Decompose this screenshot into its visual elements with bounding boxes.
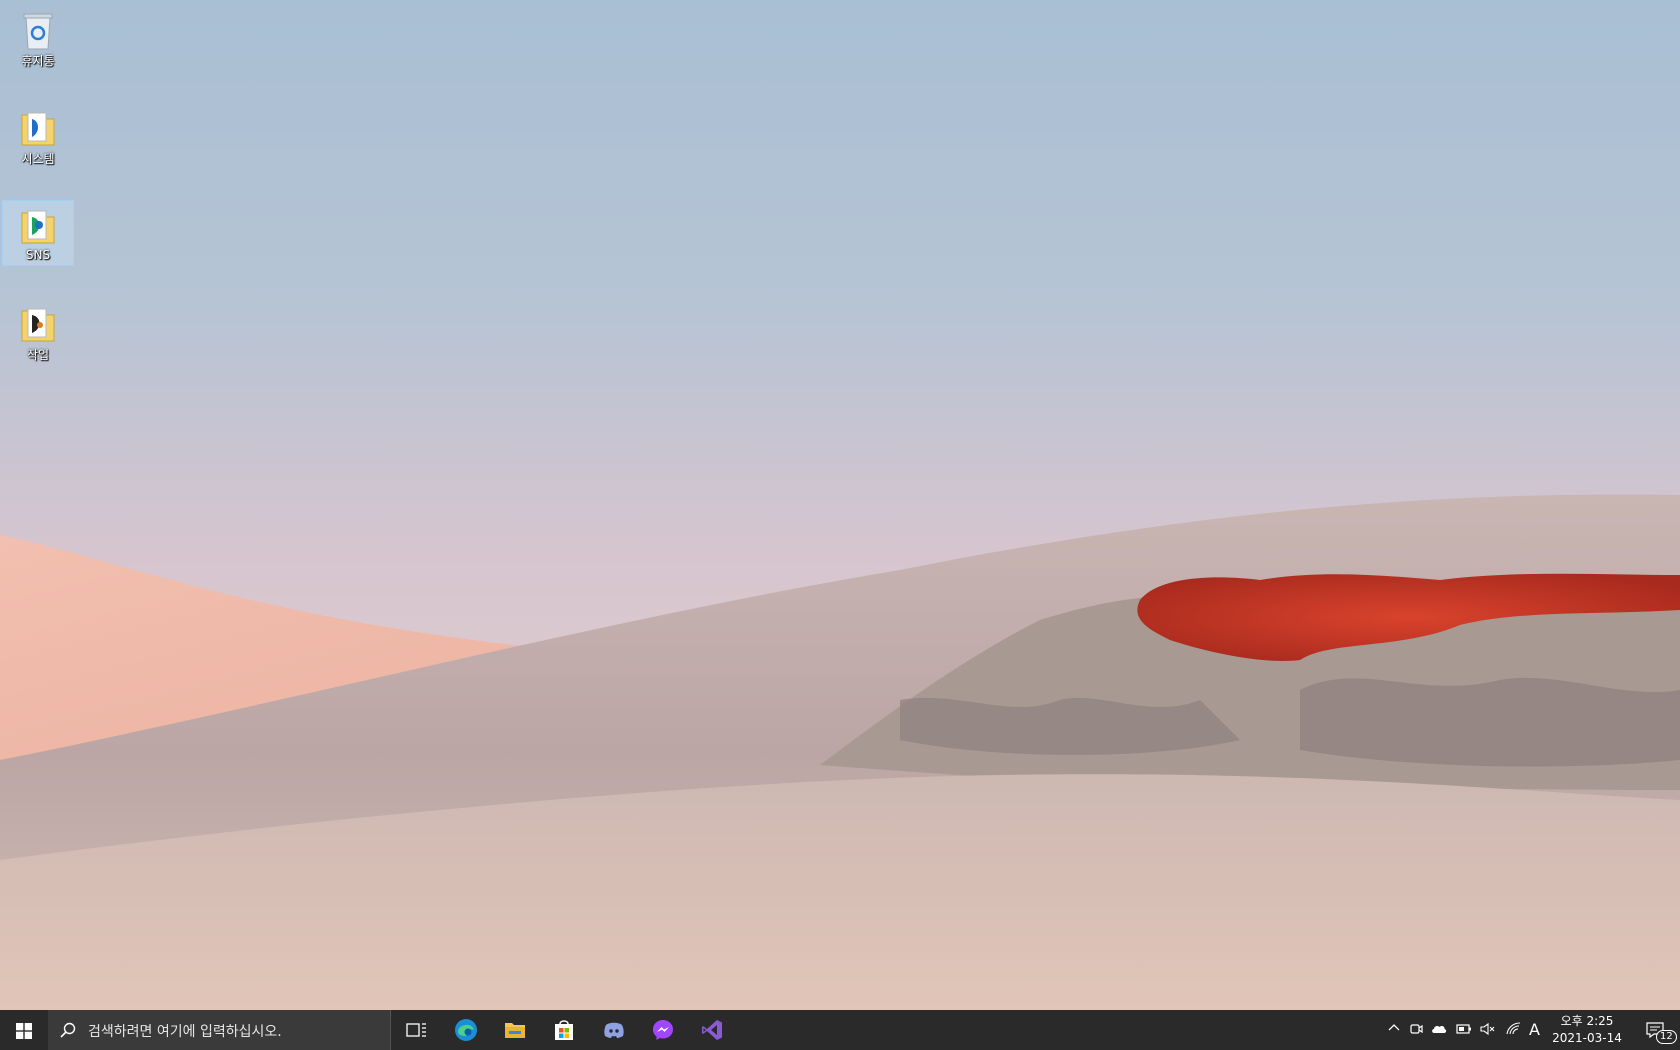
ime-indicator: A (1529, 1020, 1540, 1039)
battery-icon (1456, 1024, 1471, 1034)
folder-icon (21, 210, 55, 244)
tray-show-hidden-icons[interactable] (1383, 1010, 1405, 1050)
task-view-button[interactable] (392, 1010, 440, 1050)
tray-clock[interactable]: 오후 2:25 2021-03-14 (1546, 1010, 1628, 1050)
store-icon (555, 1020, 573, 1040)
desktop-icon-sns-folder[interactable]: SNS (2, 200, 74, 266)
clock-display: 오후 2:25 2021-03-14 (1546, 1013, 1628, 1047)
recycle-bin-icon (23, 13, 53, 50)
desktop-icon-work-folder[interactable]: 작업 (2, 298, 74, 364)
search-placeholder: 검색하려면 여기에 입력하십시오. (88, 1024, 282, 1040)
folder-icon (21, 308, 55, 342)
taskbar: 검색하려면 여기에 입력하십시오. A 오후 2:25 2021-03-14 1… (0, 1010, 1680, 1050)
desktop-icon-label: 작업 (26, 348, 50, 362)
cloud-icon (1432, 1025, 1447, 1033)
task-view-icon (406, 1023, 426, 1037)
tray-onedrive[interactable] (1428, 1010, 1450, 1050)
tray-meet-now[interactable] (1406, 1010, 1426, 1050)
taskbar-app-store[interactable] (540, 1010, 588, 1050)
desktop-icon-recycle-bin[interactable]: 휴지통 (2, 4, 74, 70)
start-button[interactable] (0, 1010, 48, 1050)
tray-input-method[interactable]: A (1526, 1010, 1546, 1050)
chevron-up-icon (1388, 1024, 1400, 1031)
tray-volume[interactable] (1477, 1010, 1499, 1050)
windows-logo-icon (16, 1023, 32, 1039)
tray-network[interactable] (1503, 1010, 1525, 1050)
messenger-icon (653, 1020, 673, 1040)
tray-action-center[interactable]: 12 (1636, 1010, 1677, 1050)
desktop-wallpaper (0, 0, 1680, 1010)
camera-icon (1410, 1024, 1423, 1034)
desktop-icon-label: 시스템 (21, 152, 55, 166)
desktop-icon-label: 휴지통 (21, 54, 55, 68)
taskbar-app-visual-studio[interactable] (688, 1010, 736, 1050)
taskbar-app-messenger[interactable] (639, 1010, 687, 1050)
taskbar-app-file-explorer[interactable] (491, 1010, 539, 1050)
folder-icon (21, 112, 55, 146)
clock-date: 2021-03-14 (1552, 1031, 1622, 1045)
taskbar-app-edge[interactable] (442, 1010, 490, 1050)
discord-icon (604, 1022, 624, 1038)
edge-icon (455, 1019, 477, 1041)
wifi-icon (1506, 1022, 1521, 1035)
taskbar-app-discord[interactable] (590, 1010, 638, 1050)
desktop-icon-label: SNS (25, 248, 51, 262)
search-box[interactable]: 검색하려면 여기에 입력하십시오. (48, 1010, 391, 1050)
clock-time: 오후 2:25 (1560, 1014, 1614, 1028)
volume-muted-icon (1480, 1022, 1495, 1036)
file-explorer-icon (505, 1023, 525, 1038)
tray-battery[interactable] (1453, 1010, 1475, 1050)
visual-studio-icon (702, 1020, 722, 1040)
desktop-icon-system-folder[interactable]: 시스템 (2, 102, 74, 168)
notification-count-badge: 12 (1656, 1030, 1677, 1044)
search-icon (60, 1022, 76, 1038)
